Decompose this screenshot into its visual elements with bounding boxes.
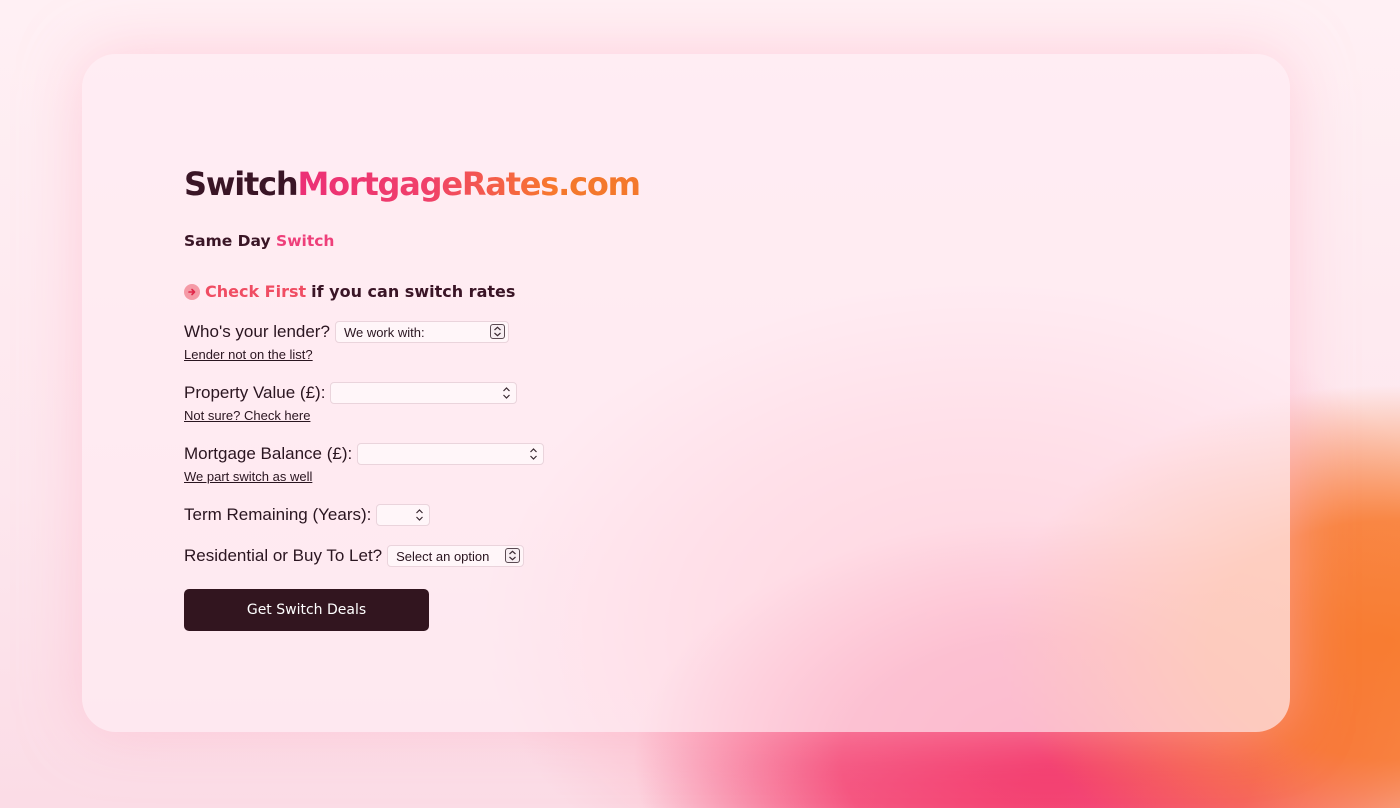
property-type-select-value: Select an option <box>396 548 490 564</box>
term-remaining-group: Term Remaining (Years): <box>184 502 784 528</box>
property-type-label: Residential or Buy To Let? <box>184 546 383 565</box>
term-remaining-row: Term Remaining (Years): <box>184 502 784 528</box>
tagline-prefix: Same Day <box>184 232 277 250</box>
lender-group: Who's your lender? We work with: Lender … <box>184 319 784 364</box>
select-arrows-icon <box>489 324 505 339</box>
mortgage-balance-label: Mortgage Balance (£): <box>184 444 353 463</box>
check-first-text: if you can switch rates <box>311 282 516 301</box>
lender-row: Who's your lender? We work with: <box>184 319 784 345</box>
property-value-group: Property Value (£): Not sure? Check here <box>184 380 784 425</box>
lender-label: Who's your lender? <box>184 322 330 341</box>
lender-select[interactable]: We work with: <box>334 321 509 343</box>
mortgage-balance-row: Mortgage Balance (£): <box>184 441 784 467</box>
logo-part-com: .com <box>558 165 641 203</box>
brand-logo[interactable]: SwitchMortgageRates.com <box>184 162 784 206</box>
part-switch-link[interactable]: We part switch as well <box>184 468 784 486</box>
logo-part-switch: Switch <box>184 165 299 203</box>
check-first-accent: Check First <box>205 282 307 301</box>
property-type-select[interactable]: Select an option <box>387 545 525 567</box>
property-type-row: Residential or Buy To Let? Select an opt… <box>184 543 784 569</box>
property-value-input[interactable] <box>330 382 518 404</box>
lender-not-listed-link[interactable]: Lender not on the list? <box>184 346 784 364</box>
term-remaining-label: Term Remaining (Years): <box>184 505 372 524</box>
lender-select-value: We work with: <box>343 324 425 340</box>
number-spinner-icon[interactable] <box>529 447 538 461</box>
property-value-check-link[interactable]: Not sure? Check here <box>184 407 784 425</box>
term-remaining-input[interactable] <box>376 504 431 526</box>
select-arrows-icon <box>505 548 521 563</box>
mortgage-balance-input[interactable] <box>357 443 545 465</box>
property-value-label: Property Value (£): <box>184 383 326 402</box>
switch-form-panel: SwitchMortgageRates.com Same Day Switch … <box>184 162 784 631</box>
check-first-heading: Check First if you can switch rates <box>184 279 784 305</box>
number-spinner-icon[interactable] <box>415 508 424 522</box>
number-spinner-icon[interactable] <box>502 386 511 400</box>
logo-part-mortgagerates: MortgageRates <box>297 165 559 203</box>
property-type-group: Residential or Buy To Let? Select an opt… <box>184 543 784 569</box>
get-switch-deals-button[interactable]: Get Switch Deals <box>184 589 429 631</box>
arrow-right-circle-icon <box>184 284 200 300</box>
mortgage-balance-group: Mortgage Balance (£): We part switch as … <box>184 441 784 486</box>
tagline: Same Day Switch <box>184 229 784 253</box>
property-value-row: Property Value (£): <box>184 380 784 406</box>
tagline-accent: Switch <box>276 232 335 250</box>
